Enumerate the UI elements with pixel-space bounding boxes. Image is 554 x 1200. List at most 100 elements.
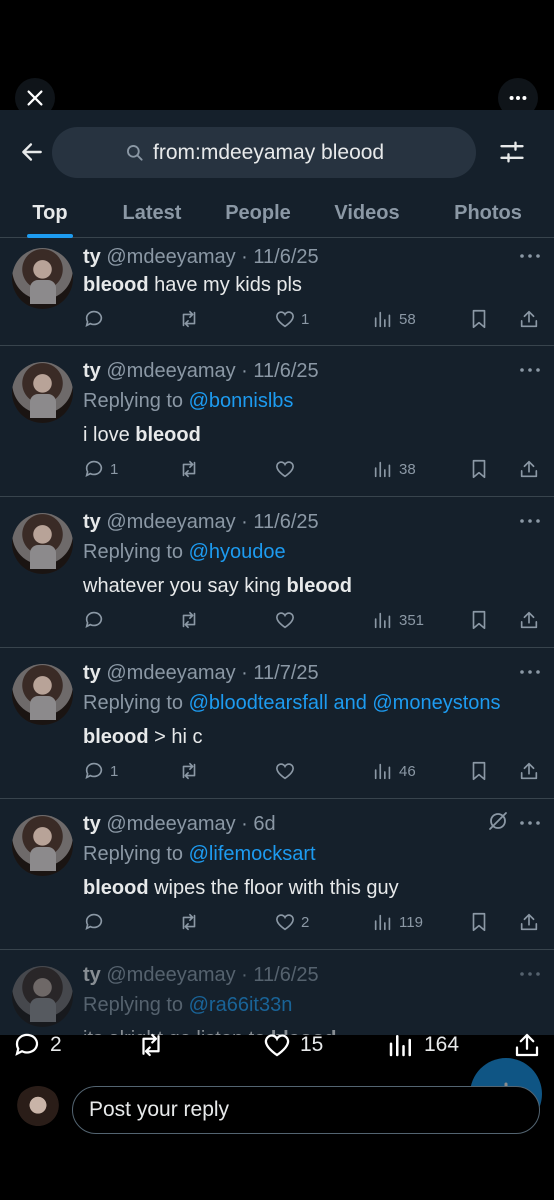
author-name[interactable]: ty	[83, 360, 101, 382]
search-input[interactable]	[153, 140, 403, 165]
reply-action[interactable]: 1	[83, 760, 118, 782]
tab-top[interactable]: Top	[18, 188, 82, 238]
avatar[interactable]	[12, 513, 73, 574]
author-handle[interactable]: @mdeeyamay	[106, 511, 235, 533]
tab-photos[interactable]: Photos	[444, 188, 532, 238]
reply-action[interactable]	[83, 609, 105, 631]
search-filters-button[interactable]	[492, 134, 532, 170]
views-action[interactable]: 351	[372, 609, 424, 631]
author-handle[interactable]: @mdeeyamay	[106, 662, 235, 684]
author-name[interactable]: ty	[83, 511, 101, 533]
tweet[interactable]: ty @mdeeyamay · 11/7/25 Replying to @blo…	[0, 648, 554, 799]
avatar[interactable]	[12, 248, 73, 309]
bookmark-action[interactable]	[468, 308, 490, 330]
post-share-action[interactable]	[512, 1030, 542, 1060]
views-action[interactable]: 119	[372, 911, 423, 933]
replying-to-link[interactable]: @ra66it33n	[189, 994, 293, 1016]
author-name[interactable]: ty	[83, 813, 101, 835]
share-icon	[520, 310, 538, 328]
tweet[interactable]: ty @mdeeyamay · 11/6/25 bleood have my k…	[0, 238, 554, 346]
repost-action[interactable]	[178, 458, 200, 480]
reply-input[interactable]: Post your reply	[72, 1086, 540, 1134]
highlight-term: bleood	[83, 274, 149, 296]
views-chart-icon	[374, 311, 391, 328]
tweet-text-pre: whatever you say king	[83, 575, 287, 597]
post-views-action[interactable]: 164	[386, 1030, 459, 1060]
tweet-text-rest: > hi c	[148, 726, 203, 748]
share-action[interactable]	[518, 911, 540, 933]
tab-videos[interactable]: Videos	[326, 188, 408, 238]
tweet-more-button[interactable]	[516, 246, 544, 266]
reply-icon	[85, 762, 103, 779]
tweet-more-button[interactable]	[516, 511, 544, 531]
more-horizontal-icon	[520, 254, 540, 258]
grok-button[interactable]	[484, 811, 512, 831]
avatar[interactable]	[12, 362, 73, 423]
share-action[interactable]	[518, 308, 540, 330]
reply-placeholder: Post your reply	[89, 1098, 230, 1121]
tweet-more-button[interactable]	[516, 813, 544, 833]
like-action[interactable]	[274, 609, 296, 631]
author-name[interactable]: ty	[83, 964, 101, 986]
tweet[interactable]: ty @mdeeyamay · 11/6/25 Replying to @bon…	[0, 346, 554, 497]
reply-action[interactable]	[83, 911, 105, 933]
share-action[interactable]	[518, 609, 540, 631]
tweet[interactable]: ty @mdeeyamay · 11/6/25 Replying to @hyo…	[0, 497, 554, 648]
repost-action[interactable]	[178, 609, 200, 631]
bookmark-action[interactable]	[468, 609, 490, 631]
share-icon	[520, 913, 538, 931]
views-action[interactable]: 46	[372, 760, 416, 782]
tweet-header: ty @mdeeyamay · 11/6/25	[83, 964, 319, 987]
tweet-header: ty @mdeeyamay · 6d	[83, 813, 276, 836]
bookmark-action[interactable]	[468, 760, 490, 782]
bookmark-action[interactable]	[468, 911, 490, 933]
replying-prefix: Replying to	[83, 994, 189, 1016]
tweet-date: · 11/6/25	[241, 964, 319, 986]
bookmark-action[interactable]	[468, 458, 490, 480]
replying-to-link[interactable]: @bonnislbs	[189, 390, 294, 412]
replying-to-link[interactable]: @lifemocksart	[189, 843, 316, 865]
tweet[interactable]: ty @mdeeyamay · 6d Replying to @lifemock…	[0, 799, 554, 950]
like-action[interactable]: 1	[274, 308, 309, 330]
tweet-more-button[interactable]	[516, 964, 544, 984]
author-handle[interactable]: @mdeeyamay	[106, 246, 235, 268]
heart-icon	[276, 914, 294, 931]
avatar[interactable]	[12, 664, 73, 725]
search-tabs: Top Latest People Videos Photos	[0, 188, 554, 238]
tweet-more-button[interactable]	[516, 662, 544, 682]
author-name[interactable]: ty	[83, 246, 101, 268]
tweet-text: i love bleood	[83, 424, 201, 447]
reply-action[interactable]: 1	[83, 458, 118, 480]
tab-latest[interactable]: Latest	[112, 188, 192, 238]
more-horizontal-icon	[520, 670, 540, 674]
like-action[interactable]	[274, 760, 296, 782]
avatar[interactable]	[12, 815, 73, 876]
share-action[interactable]	[518, 458, 540, 480]
share-action[interactable]	[518, 760, 540, 782]
author-handle[interactable]: @mdeeyamay	[106, 813, 235, 835]
replying-to-link[interactable]: @hyoudoe	[189, 541, 286, 563]
replying-to-link[interactable]: @bloodtearsfall and @moneystons	[189, 692, 501, 714]
post-like-action[interactable]: 15	[262, 1030, 323, 1060]
search-box[interactable]	[52, 127, 476, 178]
author-handle[interactable]: @mdeeyamay	[106, 360, 235, 382]
post-repost-action[interactable]	[136, 1030, 166, 1060]
reply-action[interactable]	[83, 308, 110, 330]
views-action[interactable]: 58	[372, 308, 416, 330]
repost-action[interactable]	[178, 760, 200, 782]
back-button[interactable]	[14, 134, 50, 170]
tab-people[interactable]: People	[216, 188, 300, 238]
repost-action[interactable]	[178, 308, 200, 330]
like-action[interactable]: 2	[274, 911, 309, 933]
author-name[interactable]: ty	[83, 662, 101, 684]
avatar[interactable]	[12, 966, 73, 1027]
user-avatar[interactable]	[14, 1086, 62, 1134]
views-action[interactable]: 38	[372, 458, 416, 480]
share-icon	[520, 460, 538, 478]
author-handle[interactable]: @mdeeyamay	[106, 964, 235, 986]
post-reply-action[interactable]: 2	[12, 1030, 62, 1060]
tweet-more-button[interactable]	[516, 360, 544, 380]
repost-action[interactable]	[178, 911, 200, 933]
like-action[interactable]	[274, 458, 296, 480]
more-horizontal-icon	[520, 972, 540, 976]
